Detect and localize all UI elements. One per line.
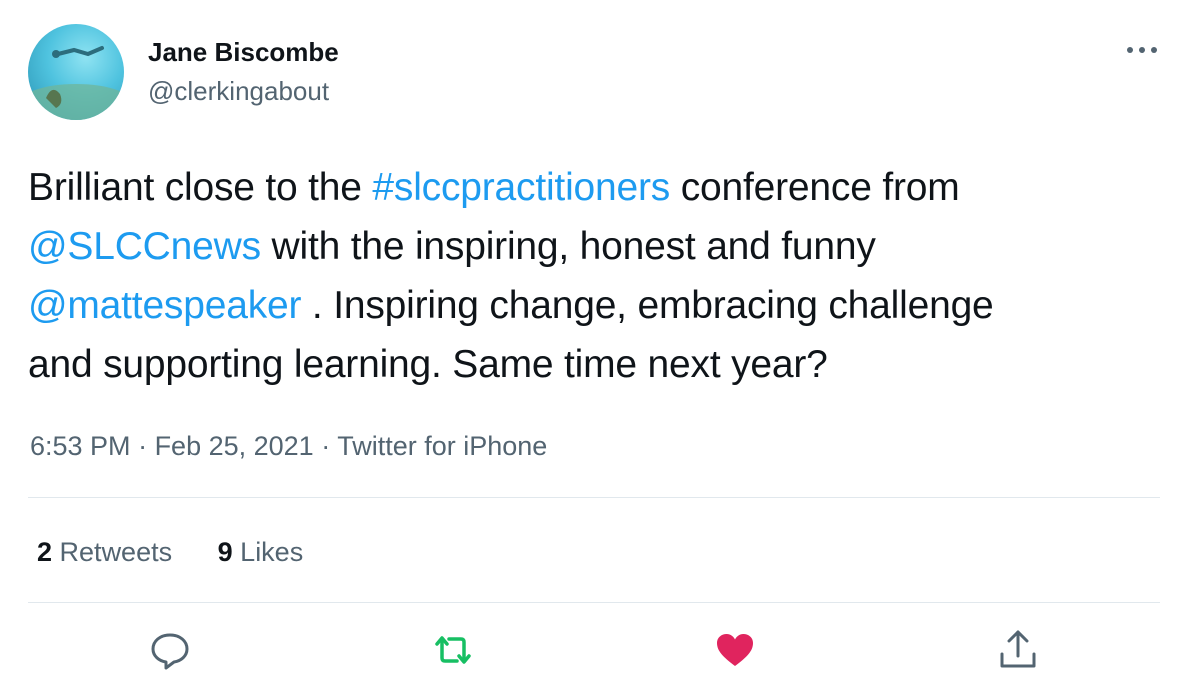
meta-separator: · bbox=[313, 431, 338, 461]
avatar-image bbox=[28, 46, 124, 120]
share-icon bbox=[1000, 630, 1036, 668]
like-button[interactable] bbox=[713, 628, 757, 672]
more-options-icon[interactable] bbox=[1120, 36, 1164, 64]
tweet-time[interactable]: 6:53 PM bbox=[30, 431, 131, 461]
retweet-icon bbox=[435, 636, 471, 664]
likes-label: Likes bbox=[240, 537, 304, 567]
mention-link[interactable]: @mattespeaker bbox=[28, 284, 301, 327]
user-handle[interactable]: @clerkingabout bbox=[148, 75, 329, 107]
tweet-stats: 2 Retweets 9 Likes bbox=[37, 534, 341, 570]
tweet-text-segment: conference from bbox=[670, 166, 960, 209]
hashtag-link[interactable]: #slccpractitioners bbox=[372, 166, 670, 209]
tweet-text-line: Brilliant close to the #slccpractitioner… bbox=[28, 158, 1168, 217]
tweet-text: Brilliant close to the #slccpractitioner… bbox=[28, 158, 1168, 394]
tweet-source[interactable]: Twitter for iPhone bbox=[337, 431, 547, 461]
tweet-text-line: and supporting learning. Same time next … bbox=[28, 335, 1168, 394]
tweet-text-segment: . Inspiring change, embracing challenge bbox=[301, 284, 994, 327]
tweet-meta: 6:53 PM · Feb 25, 2021 · Twitter for iPh… bbox=[30, 428, 547, 464]
likes-stat[interactable]: 9 Likes bbox=[218, 534, 304, 570]
divider bbox=[28, 497, 1160, 498]
reply-icon bbox=[151, 633, 189, 670]
display-name[interactable]: Jane Biscombe bbox=[148, 36, 339, 68]
divider bbox=[28, 602, 1160, 603]
tweet-text-line: @SLCCnews with the inspiring, honest and… bbox=[28, 217, 1168, 276]
likes-count: 9 bbox=[217, 537, 233, 567]
avatar[interactable] bbox=[28, 24, 124, 120]
heart-icon bbox=[717, 634, 753, 666]
meta-separator: · bbox=[130, 431, 155, 461]
mention-link[interactable]: @SLCCnews bbox=[28, 225, 261, 268]
retweets-label: Retweets bbox=[59, 537, 173, 567]
tweet-text-segment: with the inspiring, honest and funny bbox=[260, 225, 876, 268]
tweet-text-segment: and supporting learning. Same time next … bbox=[28, 343, 828, 386]
tweet-date[interactable]: Feb 25, 2021 bbox=[155, 431, 314, 461]
tweet-text-line: @mattespeaker . Inspiring change, embrac… bbox=[28, 276, 1168, 335]
retweets-stat[interactable]: 2 Retweets bbox=[37, 534, 172, 570]
reply-button[interactable] bbox=[148, 628, 192, 672]
retweets-count: 2 bbox=[37, 537, 53, 567]
share-button[interactable] bbox=[996, 628, 1040, 672]
retweet-button[interactable] bbox=[431, 628, 475, 672]
tweet-text-segment: Brilliant close to the bbox=[28, 166, 373, 209]
